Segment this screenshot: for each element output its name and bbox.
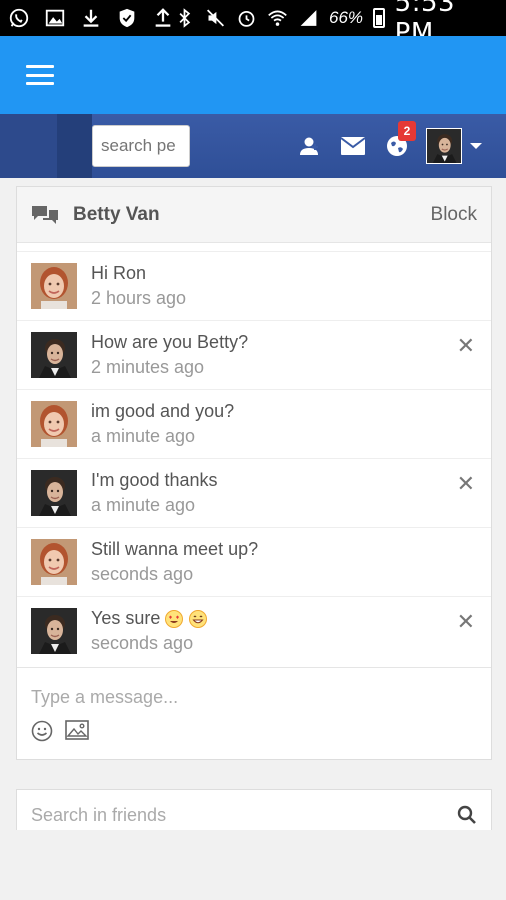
avatar [31, 263, 77, 309]
composer-tools [31, 720, 477, 742]
search-people-input[interactable] [92, 125, 190, 167]
message-item: im good and you? a minute ago [17, 389, 491, 458]
message-text: Still wanna meet up? [91, 539, 259, 559]
gallery-icon [45, 9, 65, 27]
upload-icon [155, 8, 171, 27]
message-item: Hi Ron 2 hours ago [17, 251, 491, 320]
heart-eyes-emoji-icon [165, 609, 184, 628]
grin-emoji-icon [189, 609, 208, 628]
avatar [31, 539, 77, 585]
wifi-icon [268, 10, 287, 26]
chat-header: Betty Van Block [17, 187, 491, 243]
delete-message-icon[interactable]: ✕ [457, 473, 475, 495]
chevron-down-icon [470, 143, 482, 149]
notifications-globe-icon[interactable]: 2 [382, 121, 416, 161]
message-time: seconds ago [91, 633, 194, 653]
battery-icon [373, 8, 385, 28]
avatar [31, 401, 77, 447]
message-item: How are you Betty? 2 minutes ago ✕ [17, 320, 491, 389]
message-text: How are you Betty? [91, 332, 249, 352]
message-item: Still wanna meet up? seconds ago [17, 527, 491, 596]
message-item: I'm good thanks a minute ago ✕ [17, 458, 491, 527]
download-icon [83, 9, 99, 27]
image-icon[interactable] [65, 720, 89, 740]
message-text: I'm good thanks [91, 470, 218, 490]
avatar [31, 608, 77, 654]
message-list: Hi Ron 2 hours ago How are you Betty? 2 … [17, 243, 491, 665]
alarm-icon [238, 11, 255, 27]
avatar [31, 470, 77, 516]
page-background [0, 830, 506, 900]
message-text: Hi Ron [91, 263, 147, 283]
mute-icon [207, 9, 224, 27]
nav-logo-area [0, 114, 92, 178]
message-input[interactable] [31, 682, 471, 712]
notification-badge: 2 [398, 121, 416, 141]
message-time: 2 hours ago [91, 288, 187, 308]
search-icon[interactable] [457, 805, 477, 825]
messages-icon[interactable] [338, 131, 368, 161]
chat-panel: Betty Van Block Hi Ron 2 hours ago How a… [16, 186, 492, 760]
status-bar: 66% 5:53 PM [0, 0, 506, 48]
conversation-icon [32, 205, 58, 224]
avatar [426, 128, 462, 164]
message-text: im good and you? [91, 401, 235, 421]
message-text-row: Yes sure [91, 608, 208, 629]
avatar [31, 332, 77, 378]
bluetooth-icon [179, 8, 191, 28]
menu-icon[interactable] [26, 65, 54, 85]
whatsapp-icon [9, 8, 29, 28]
message-time: a minute ago [91, 426, 196, 446]
shield-icon [119, 8, 135, 28]
nav-bar: 2 [0, 114, 506, 178]
message-time: seconds ago [91, 564, 194, 584]
status-bar-notifications [8, 7, 174, 29]
emoji-icon[interactable] [31, 720, 53, 742]
battery-percent: 66% [329, 8, 364, 27]
signal-icon [300, 10, 317, 26]
message-time: 2 minutes ago [91, 357, 205, 377]
block-button[interactable]: Block [431, 204, 477, 226]
message-text: Yes sure [91, 608, 161, 628]
message-item: Yes sure seconds ago ✕ [17, 596, 491, 665]
profile-menu[interactable] [426, 128, 482, 164]
delete-message-icon[interactable]: ✕ [457, 611, 475, 633]
app-bar [0, 36, 506, 114]
nav-icons: 2 [294, 121, 506, 164]
search-friends-input[interactable] [31, 804, 457, 826]
message-time: a minute ago [91, 495, 196, 515]
friends-icon[interactable] [294, 131, 324, 161]
delete-message-icon[interactable]: ✕ [457, 335, 475, 357]
chat-title: Betty Van [73, 203, 160, 225]
message-composer [17, 667, 491, 759]
